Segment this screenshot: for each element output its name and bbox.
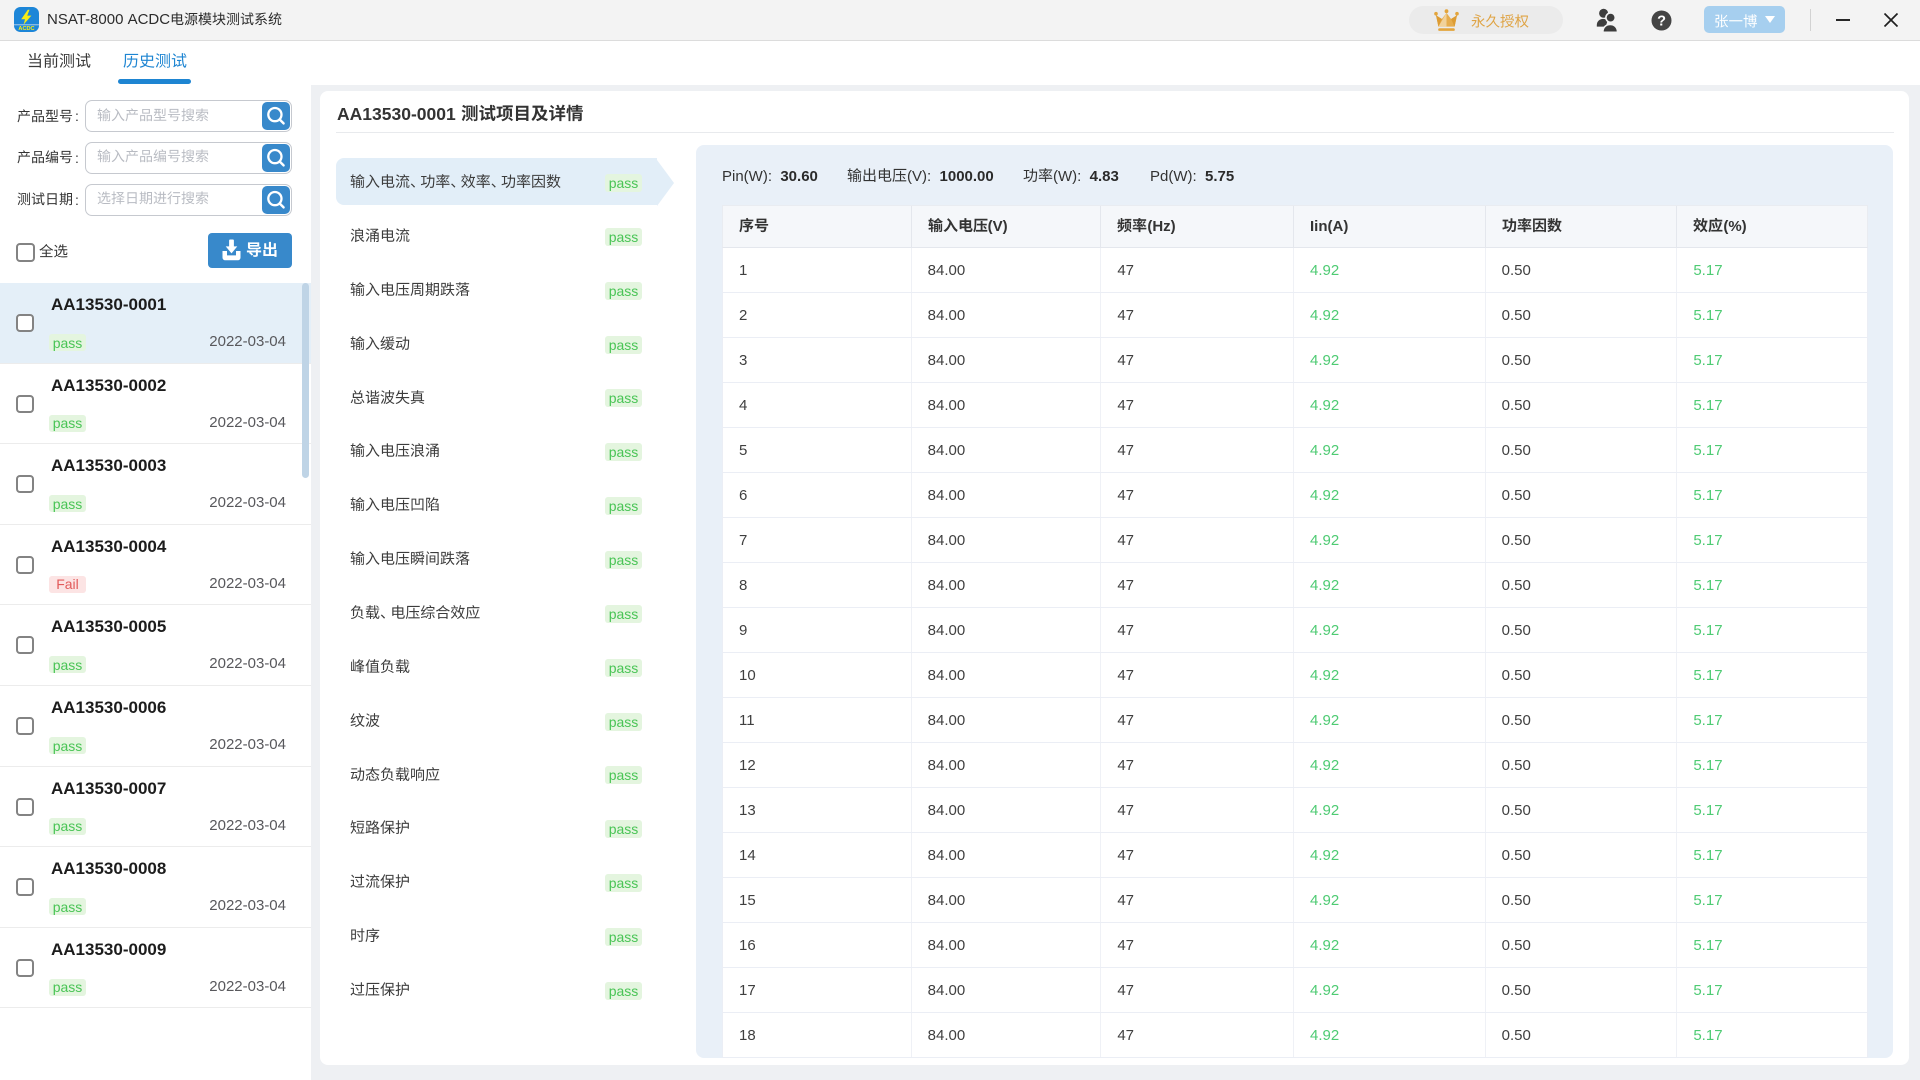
svg-text:ACDC: ACDC <box>18 26 34 32</box>
svg-text:?: ? <box>1657 14 1666 30</box>
